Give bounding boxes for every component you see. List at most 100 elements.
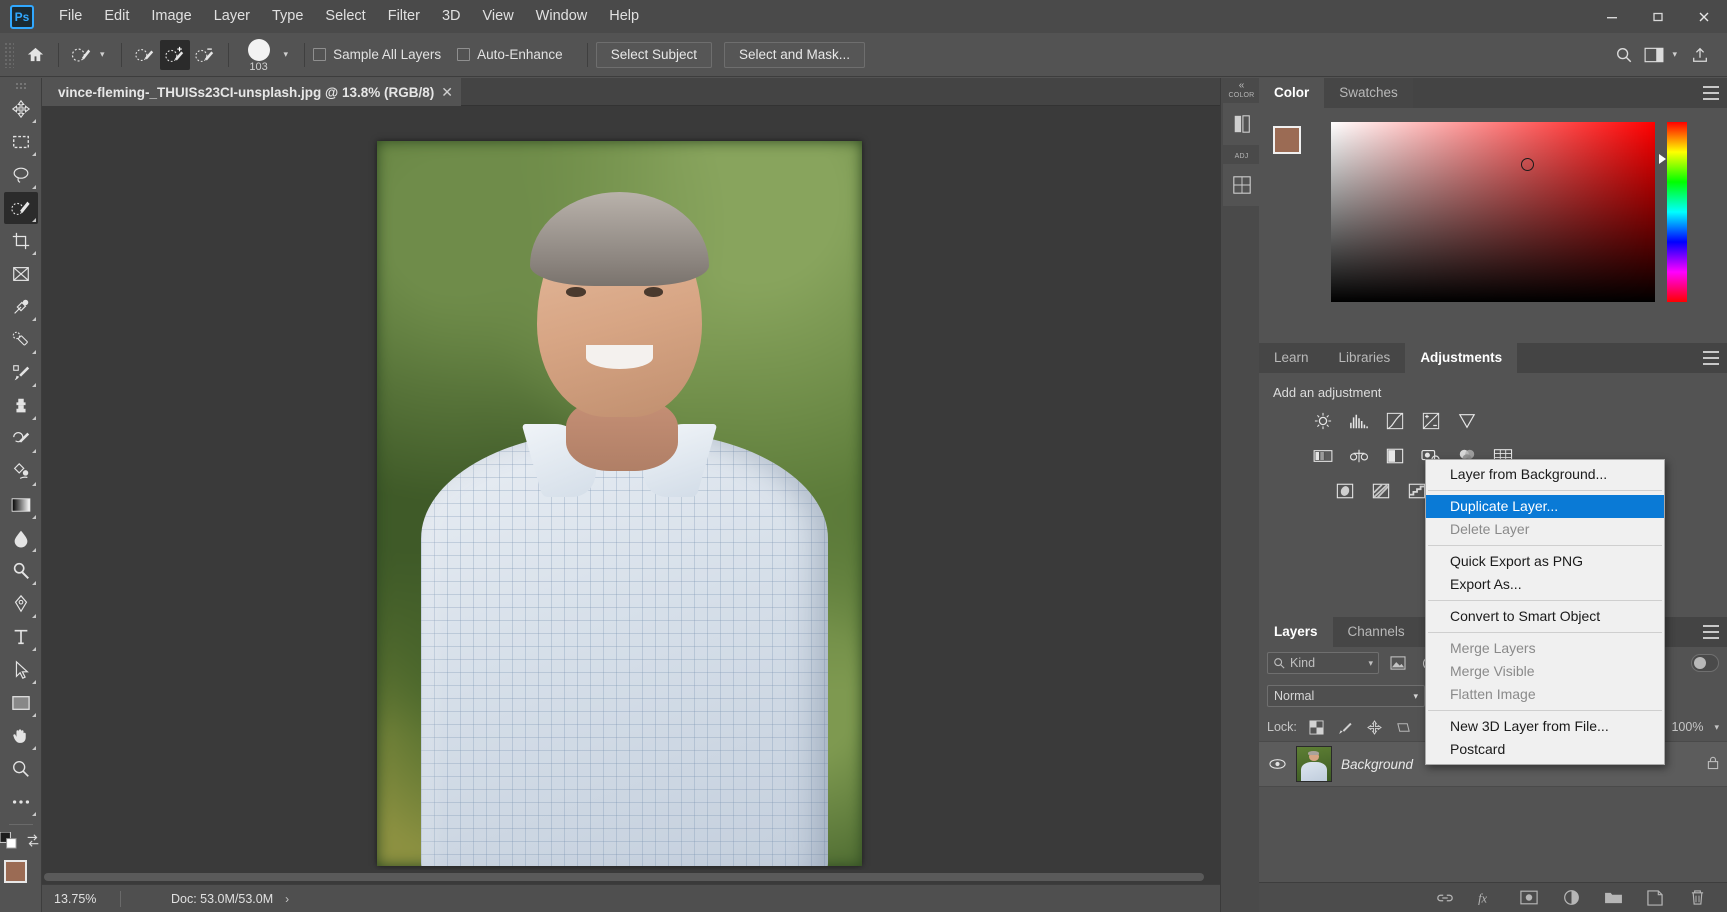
tab-layers[interactable]: Layers [1259,617,1333,647]
color-swatches[interactable] [3,860,38,894]
menu-item-flatten-image[interactable]: Flatten Image [1426,683,1664,706]
menu-window[interactable]: Window [525,0,599,33]
layer-lock-icon[interactable] [1707,756,1719,773]
adjustments-panel-menu-icon[interactable] [1703,351,1719,365]
color-panel-swatches[interactable] [1273,126,1317,170]
dodge-tool[interactable] [4,555,38,587]
lock-artboard-nesting-icon[interactable] [1395,718,1413,736]
dock-collapse-icon[interactable]: « [1221,78,1262,92]
eraser-tool[interactable] [4,456,38,488]
zoom-level[interactable]: 13.75% [42,892,114,906]
black-white-icon[interactable] [1377,445,1413,467]
home-icon[interactable] [20,40,50,70]
sample-all-layers-checkbox[interactable] [313,48,327,61]
blur-tool[interactable] [4,522,38,554]
menu-type[interactable]: Type [261,0,314,33]
gradient-tool[interactable] [4,489,38,521]
menu-item-postcard[interactable]: Postcard [1426,738,1664,761]
link-layers-icon[interactable] [1435,888,1455,908]
layer-thumbnail[interactable] [1296,746,1332,782]
menu-file[interactable]: File [48,0,93,33]
tab-channels[interactable]: Channels [1332,617,1420,647]
close-button[interactable] [1681,0,1727,33]
adjustments-rail-button[interactable] [1222,164,1261,206]
pen-tool[interactable] [4,588,38,620]
healing-brush-tool[interactable] [4,324,38,356]
brush-chevron-down-icon[interactable]: ▾ [284,49,289,60]
horizontal-scrollbar[interactable] [42,870,1247,884]
chevron-right-icon[interactable]: › [285,892,289,906]
workspace-icon[interactable] [1639,40,1669,70]
lock-image-pixels-icon[interactable] [1337,718,1355,736]
invert-icon[interactable] [1327,480,1363,502]
filter-pixel-icon[interactable] [1386,652,1410,674]
path-selection-tool[interactable] [4,654,38,686]
maximize-button[interactable] [1635,0,1681,33]
type-tool[interactable] [4,621,38,653]
brightness-contrast-icon[interactable] [1305,410,1341,432]
quick-selection-tool[interactable] [3,192,38,224]
menu-select[interactable]: Select [314,0,376,33]
frame-tool[interactable] [4,258,38,290]
menu-layer[interactable]: Layer [203,0,261,33]
lock-position-icon[interactable] [1366,718,1384,736]
auto-enhance-checkbox[interactable] [457,48,471,61]
curves-icon[interactable] [1377,410,1413,432]
color-rail-button[interactable] [1222,103,1261,145]
menu-item-new-3d-layer-from-file[interactable]: New 3D Layer from File... [1426,715,1664,738]
tab-color[interactable]: Color [1259,78,1325,108]
tab-libraries[interactable]: Libraries [1323,343,1406,373]
default-colors-icon[interactable] [0,831,17,852]
document-tab[interactable]: vince-fleming-_THUISs23CI-unsplash.jpg @… [42,78,461,106]
menu-view[interactable]: View [472,0,525,33]
move-tool[interactable] [4,93,38,125]
sample-all-layers-checkbox-wrap[interactable]: Sample All Layers [313,47,441,62]
menu-image[interactable]: Image [140,0,202,33]
lock-transparent-pixels-icon[interactable] [1308,718,1326,736]
brush-tool[interactable] [4,357,38,389]
options-bar-grip[interactable] [4,41,14,68]
close-icon[interactable]: ✕ [441,84,453,101]
color-panel-foreground-swatch[interactable] [1273,126,1301,154]
delete-layer-icon[interactable] [1687,888,1707,908]
layer-filter-kind-select[interactable]: Kind ▾ [1267,652,1379,674]
menu-item-merge-layers[interactable]: Merge Layers [1426,637,1664,660]
hue-saturation-icon[interactable] [1305,445,1341,467]
blend-mode-select[interactable]: Normal ▾ [1267,685,1425,707]
tools-panel-grip[interactable] [14,82,27,90]
posterize-icon[interactable] [1363,480,1399,502]
foreground-color-swatch[interactable] [3,860,27,883]
layer-visibility-icon[interactable] [1267,758,1287,770]
edit-toolbar-tool[interactable] [4,786,38,818]
layer-style-icon[interactable]: fx [1477,888,1497,908]
selection-new-icon[interactable] [130,40,160,70]
chevron-down-icon[interactable]: ▾ [1368,658,1373,669]
share-icon[interactable] [1685,40,1715,70]
adjustment-layer-icon[interactable] [1561,888,1581,908]
selection-subtract-icon[interactable] [190,40,220,70]
selection-add-icon[interactable] [159,39,190,70]
color-panel-menu-icon[interactable] [1703,86,1719,100]
auto-enhance-checkbox-wrap[interactable]: Auto-Enhance [457,47,563,62]
menu-help[interactable]: Help [598,0,650,33]
levels-icon[interactable] [1341,410,1377,432]
vibrance-icon[interactable] [1449,410,1485,432]
color-picker-field[interactable] [1331,122,1655,302]
tab-learn[interactable]: Learn [1259,343,1324,373]
menu-item-merge-visible[interactable]: Merge Visible [1426,660,1664,683]
eyedropper-tool[interactable] [4,291,38,323]
select-and-mask-button[interactable]: Select and Mask... [724,41,866,68]
lasso-tool[interactable] [4,159,38,191]
brush-size-picker[interactable]: 103 [239,37,279,73]
scrollbar-thumb[interactable] [44,873,1204,881]
zoom-tool[interactable] [4,753,38,785]
new-layer-icon[interactable] [1645,888,1665,908]
crop-tool[interactable] [4,225,38,257]
menu-item-convert-to-smart-object[interactable]: Convert to Smart Object [1426,605,1664,628]
search-icon[interactable] [1609,40,1639,70]
layers-panel-menu-icon[interactable] [1703,625,1719,639]
color-picker-marker[interactable] [1521,158,1534,171]
select-subject-button[interactable]: Select Subject [595,41,712,68]
hand-tool[interactable] [4,720,38,752]
color-balance-icon[interactable] [1341,445,1377,467]
